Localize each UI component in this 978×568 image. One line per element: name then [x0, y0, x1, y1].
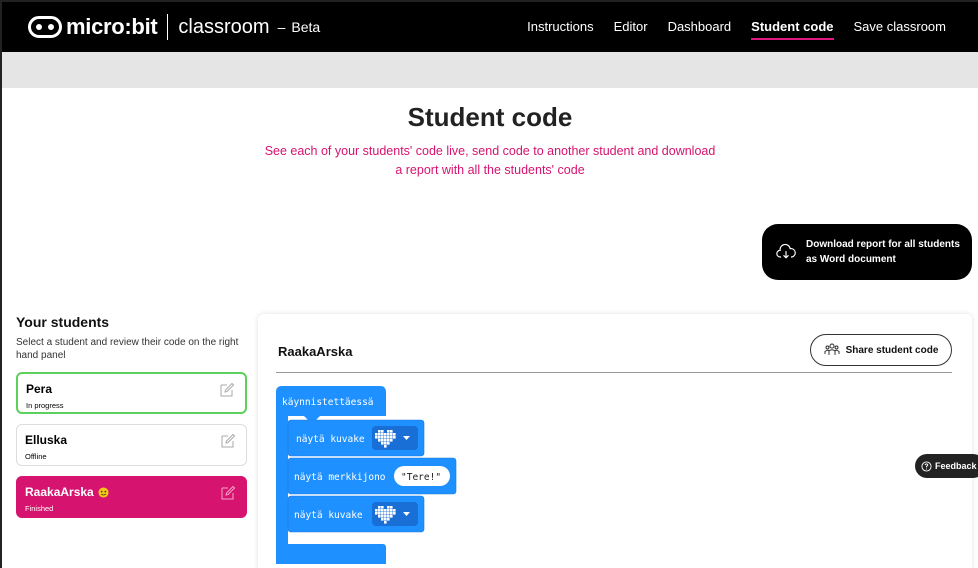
- brand-dash: –: [277, 19, 286, 35]
- toolbar-strip: [2, 52, 978, 88]
- student-status: Finished: [25, 504, 54, 513]
- student-status: Offline: [25, 452, 47, 461]
- blocks-workspace[interactable]: käynnistettäessä näytä kuvake näytä merk…: [276, 386, 476, 564]
- edit-icon[interactable]: [219, 382, 235, 398]
- on-start-label: käynnistettäessä: [282, 397, 374, 408]
- brand-separator: [167, 14, 169, 40]
- group-icon: [824, 343, 840, 355]
- download-report-button[interactable]: Download report for all students as Word…: [762, 224, 972, 280]
- student-status: In progress: [26, 401, 64, 410]
- download-line-2: as Word document: [806, 254, 896, 265]
- student-name: Elluska: [25, 433, 238, 447]
- students-description: Select a student and review their code o…: [16, 337, 239, 361]
- show-icon-2-label: näytä kuvake: [294, 510, 363, 521]
- help-circle-icon: [921, 460, 932, 472]
- cloud-download-icon: [776, 244, 796, 259]
- nav-instructions[interactable]: Instructions: [527, 2, 593, 52]
- student-card-raakaarska[interactable]: RaakaArska Finished: [16, 476, 247, 518]
- show-icon-1-label: näytä kuvake: [296, 434, 365, 445]
- share-student-code-button[interactable]: Share student code: [810, 334, 952, 366]
- student-card-pera[interactable]: Pera In progress: [16, 372, 247, 414]
- students-title: Your students: [16, 314, 110, 330]
- student-card-elluska[interactable]: Elluska Offline: [16, 424, 247, 466]
- student-name-text: RaakaArska: [25, 485, 94, 499]
- student-name-text: Pera: [26, 382, 53, 396]
- selected-student-name: RaakaArska: [278, 344, 353, 359]
- microbit-logo-icon: [28, 16, 62, 38]
- share-label: Share student code: [845, 344, 939, 356]
- beta-label: Beta: [291, 19, 321, 35]
- show-string-label: näytä merkkijono: [294, 472, 386, 483]
- edit-icon[interactable]: [220, 433, 236, 449]
- main-nav: Instructions Editor Dashboard Student co…: [527, 2, 946, 52]
- feedback-button[interactable]: Feedback: [915, 454, 978, 478]
- feedback-label: Feedback: [935, 461, 977, 471]
- panel-divider: [276, 372, 952, 373]
- download-report-label: Download report for all students as Word…: [806, 237, 960, 267]
- brand-product: classroom: [178, 15, 270, 38]
- brand-name: micro:bit: [66, 14, 158, 39]
- student-name-text: Elluska: [25, 433, 68, 447]
- edit-icon[interactable]: [220, 485, 236, 501]
- string-value: "Tere!": [401, 472, 441, 483]
- download-line-1: Download report for all students: [806, 239, 960, 250]
- nav-editor[interactable]: Editor: [614, 2, 648, 52]
- nav-save-classroom[interactable]: Save classroom: [854, 2, 946, 52]
- nav-student-code[interactable]: Student code: [751, 2, 834, 52]
- smiley-emoji-icon: [98, 486, 109, 498]
- page-subtitle: See each of your students' code live, se…: [264, 144, 716, 177]
- student-name: Pera: [26, 382, 237, 396]
- student-name: RaakaArska: [25, 485, 238, 499]
- brand-logo[interactable]: micro:bit classroom – Beta: [2, 2, 320, 52]
- page-title: Student code: [407, 102, 573, 132]
- code-panel: RaakaArska Share student code käynnistet…: [258, 314, 972, 568]
- nav-dashboard[interactable]: Dashboard: [668, 2, 732, 52]
- top-navbar: micro:bit classroom – Beta Instructions …: [2, 2, 978, 52]
